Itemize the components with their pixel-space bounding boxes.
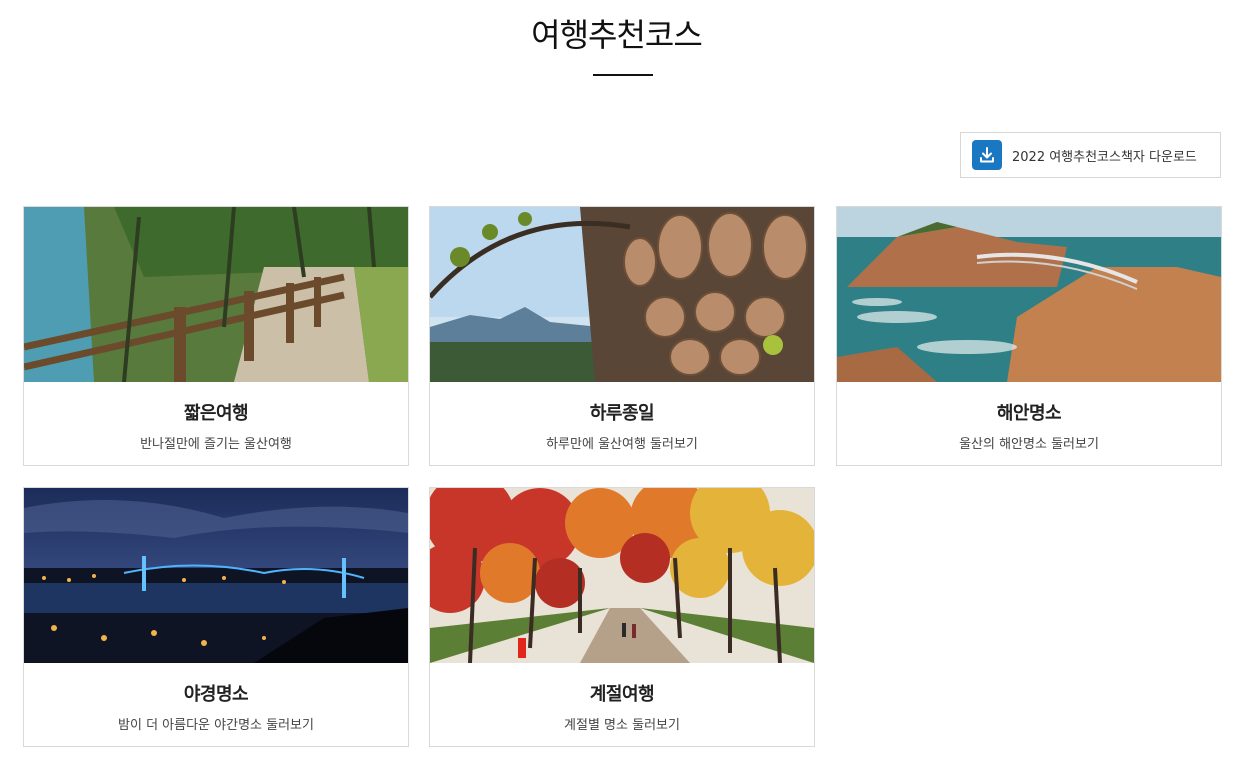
card-title: 짧은여행 bbox=[183, 403, 249, 424]
card-title: 계절여행 bbox=[589, 684, 655, 705]
card-description: 밤이 더 아름다운 야간명소 둘러보기 bbox=[118, 718, 314, 733]
coastal-boardwalk-image bbox=[24, 207, 408, 382]
card-title: 하루종일 bbox=[589, 403, 655, 424]
course-card-night-view[interactable]: 야경명소 밤이 더 아름다운 야간명소 둘러보기 bbox=[23, 487, 409, 747]
card-title: 야경명소 bbox=[183, 684, 249, 705]
card-description: 반나절만에 즐기는 울산여행 bbox=[140, 437, 292, 452]
night-bridge-image bbox=[24, 488, 408, 663]
autumn-trees-image bbox=[430, 488, 814, 663]
course-card-seasonal[interactable]: 계절여행 계절별 명소 둘러보기 bbox=[429, 487, 815, 747]
download-label: 2022 여행추천코스책자 다운로드 bbox=[1012, 149, 1197, 165]
course-card-short-trip[interactable]: 짧은여행 반나절만에 즐기는 울산여행 bbox=[23, 206, 409, 466]
course-card-coastal[interactable]: 해안명소 울산의 해안명소 둘러보기 bbox=[836, 206, 1222, 466]
download-icon bbox=[972, 140, 1002, 170]
title-underline bbox=[593, 74, 653, 76]
page-title: 여행추천코스 bbox=[531, 16, 703, 54]
card-title: 해안명소 bbox=[996, 403, 1062, 424]
brochure-download-button[interactable]: 2022 여행추천코스책자 다운로드 bbox=[960, 132, 1221, 178]
onggi-pottery-image bbox=[430, 207, 814, 382]
card-description: 울산의 해안명소 둘러보기 bbox=[959, 437, 1099, 452]
card-description: 계절별 명소 둘러보기 bbox=[564, 718, 680, 733]
card-description: 하루만에 울산여행 둘러보기 bbox=[546, 437, 698, 452]
course-card-all-day[interactable]: 하루종일 하루만에 울산여행 둘러보기 bbox=[429, 206, 815, 466]
coastal-rocks-bridge-image bbox=[837, 207, 1221, 382]
